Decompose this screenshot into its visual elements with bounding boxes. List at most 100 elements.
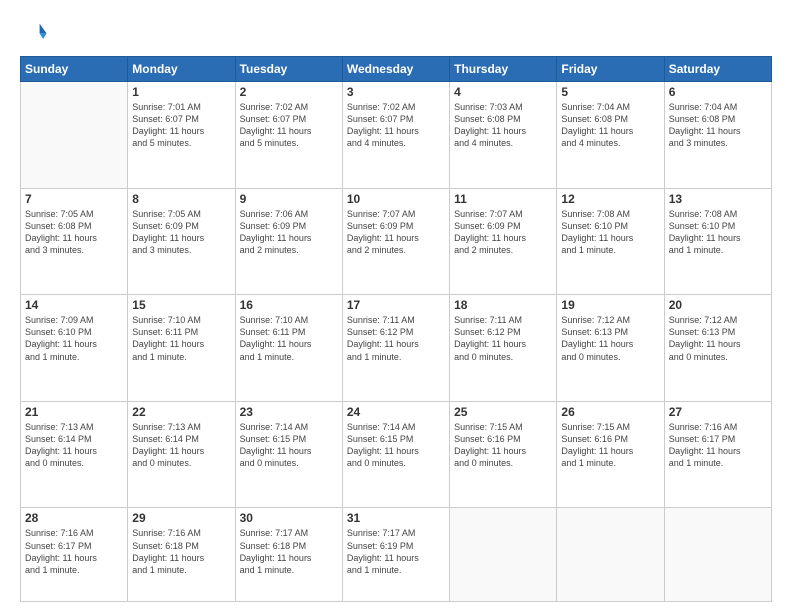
day-info: Sunrise: 7:02 AM Sunset: 6:07 PM Dayligh… xyxy=(240,101,338,150)
day-info: Sunrise: 7:09 AM Sunset: 6:10 PM Dayligh… xyxy=(25,314,123,363)
calendar-cell: 14Sunrise: 7:09 AM Sunset: 6:10 PM Dayli… xyxy=(21,295,128,402)
calendar-cell: 2 Sunrise: 7:02 AM Sunset: 6:07 PM Daylig… xyxy=(235,82,342,189)
page: SundayMondayTuesdayWednesdayThursdayFrid… xyxy=(0,0,792,612)
day-info: Sunrise: 7:13 AM Sunset: 6:14 PM Dayligh… xyxy=(25,421,123,470)
day-info: Sunrise: 7:03 AM Sunset: 6:08 PM Dayligh… xyxy=(454,101,552,150)
day-info: Sunrise: 7:07 AM Sunset: 6:09 PM Dayligh… xyxy=(454,208,552,257)
calendar-cell: 22 Sunrise: 7:13 AM Sunset: 6:14 PM Dayli… xyxy=(128,401,235,508)
day-info: Sunrise: 7:11 AM Sunset: 6:12 PM Dayligh… xyxy=(347,314,445,363)
day-info: Sunrise: 7:16 AM Sunset: 6:17 PM Dayligh… xyxy=(669,421,767,470)
calendar-cell xyxy=(450,508,557,602)
calendar-cell: 4 Sunrise: 7:03 AM Sunset: 6:08 PM Daylig… xyxy=(450,82,557,189)
calendar-cell: 19 Sunrise: 7:12 AM Sunset: 6:13 PM Dayli… xyxy=(557,295,664,402)
day-number: 18 xyxy=(454,298,552,312)
day-number: 26 xyxy=(561,405,659,419)
calendar-cell: 23 Sunrise: 7:14 AM Sunset: 6:15 PM Dayli… xyxy=(235,401,342,508)
day-info: Sunrise: 7:12 AM Sunset: 6:13 PM Dayligh… xyxy=(561,314,659,363)
calendar-cell: 12 Sunrise: 7:08 AM Sunset: 6:10 PM Dayli… xyxy=(557,188,664,295)
logo-icon xyxy=(20,18,48,46)
day-number: 4 xyxy=(454,85,552,99)
day-info: Sunrise: 7:06 AM Sunset: 6:09 PM Dayligh… xyxy=(240,208,338,257)
calendar-cell: 31Sunrise: 7:17 AM Sunset: 6:19 PM Dayli… xyxy=(342,508,449,602)
day-number: 5 xyxy=(561,85,659,99)
calendar-cell: 28 Sunrise: 7:16 AM Sunset: 6:17 PM Dayli… xyxy=(21,508,128,602)
day-info: Sunrise: 7:13 AM Sunset: 6:14 PM Dayligh… xyxy=(132,421,230,470)
calendar-header-row: SundayMondayTuesdayWednesdayThursdayFrid… xyxy=(21,57,772,82)
day-number: 22 xyxy=(132,405,230,419)
day-number: 31 xyxy=(347,511,445,525)
day-info: Sunrise: 7:14 AM Sunset: 6:15 PM Dayligh… xyxy=(347,421,445,470)
calendar-cell: 24Sunrise: 7:14 AM Sunset: 6:15 PM Dayli… xyxy=(342,401,449,508)
calendar-week-row: 14Sunrise: 7:09 AM Sunset: 6:10 PM Dayli… xyxy=(21,295,772,402)
calendar-cell: 3Sunrise: 7:02 AM Sunset: 6:07 PM Daylig… xyxy=(342,82,449,189)
day-number: 6 xyxy=(669,85,767,99)
day-info: Sunrise: 7:10 AM Sunset: 6:11 PM Dayligh… xyxy=(132,314,230,363)
day-number: 20 xyxy=(669,298,767,312)
day-info: Sunrise: 7:15 AM Sunset: 6:16 PM Dayligh… xyxy=(454,421,552,470)
logo xyxy=(20,18,52,46)
day-number: 17 xyxy=(347,298,445,312)
day-number: 23 xyxy=(240,405,338,419)
calendar-cell: 15 Sunrise: 7:10 AM Sunset: 6:11 PM Dayli… xyxy=(128,295,235,402)
day-number: 8 xyxy=(132,192,230,206)
day-number: 16 xyxy=(240,298,338,312)
calendar-cell xyxy=(21,82,128,189)
calendar-cell: 29Sunrise: 7:16 AM Sunset: 6:18 PM Dayli… xyxy=(128,508,235,602)
day-number: 25 xyxy=(454,405,552,419)
calendar-cell: 26Sunrise: 7:15 AM Sunset: 6:16 PM Dayli… xyxy=(557,401,664,508)
day-number: 7 xyxy=(25,192,123,206)
calendar-week-row: 21 Sunrise: 7:13 AM Sunset: 6:14 PM Dayli… xyxy=(21,401,772,508)
calendar-cell: 11 Sunrise: 7:07 AM Sunset: 6:09 PM Dayli… xyxy=(450,188,557,295)
day-info: Sunrise: 7:04 AM Sunset: 6:08 PM Dayligh… xyxy=(669,101,767,150)
day-info: Sunrise: 7:14 AM Sunset: 6:15 PM Dayligh… xyxy=(240,421,338,470)
day-number: 9 xyxy=(240,192,338,206)
day-number: 19 xyxy=(561,298,659,312)
day-info: Sunrise: 7:17 AM Sunset: 6:18 PM Dayligh… xyxy=(240,527,338,576)
calendar-cell: 18 Sunrise: 7:11 AM Sunset: 6:12 PM Dayli… xyxy=(450,295,557,402)
calendar-week-row: 7 Sunrise: 7:05 AM Sunset: 6:08 PM Daylig… xyxy=(21,188,772,295)
day-number: 10 xyxy=(347,192,445,206)
day-info: Sunrise: 7:05 AM Sunset: 6:09 PM Dayligh… xyxy=(132,208,230,257)
calendar-cell: 17 Sunrise: 7:11 AM Sunset: 6:12 PM Dayli… xyxy=(342,295,449,402)
calendar-cell: 27 Sunrise: 7:16 AM Sunset: 6:17 PM Dayli… xyxy=(664,401,771,508)
calendar-cell: 9 Sunrise: 7:06 AM Sunset: 6:09 PM Daylig… xyxy=(235,188,342,295)
day-info: Sunrise: 7:10 AM Sunset: 6:11 PM Dayligh… xyxy=(240,314,338,363)
calendar-cell: 16 Sunrise: 7:10 AM Sunset: 6:11 PM Dayli… xyxy=(235,295,342,402)
calendar-header-thursday: Thursday xyxy=(450,57,557,82)
calendar-table: SundayMondayTuesdayWednesdayThursdayFrid… xyxy=(20,56,772,602)
day-info: Sunrise: 7:07 AM Sunset: 6:09 PM Dayligh… xyxy=(347,208,445,257)
day-number: 21 xyxy=(25,405,123,419)
day-info: Sunrise: 7:11 AM Sunset: 6:12 PM Dayligh… xyxy=(454,314,552,363)
calendar-cell: 10 Sunrise: 7:07 AM Sunset: 6:09 PM Dayli… xyxy=(342,188,449,295)
calendar-cell: 25 Sunrise: 7:15 AM Sunset: 6:16 PM Dayli… xyxy=(450,401,557,508)
calendar-cell: 21 Sunrise: 7:13 AM Sunset: 6:14 PM Dayli… xyxy=(21,401,128,508)
day-info: Sunrise: 7:05 AM Sunset: 6:08 PM Dayligh… xyxy=(25,208,123,257)
day-number: 12 xyxy=(561,192,659,206)
calendar-cell: 13 Sunrise: 7:08 AM Sunset: 6:10 PM Dayli… xyxy=(664,188,771,295)
calendar-header-tuesday: Tuesday xyxy=(235,57,342,82)
calendar-cell: 8 Sunrise: 7:05 AM Sunset: 6:09 PM Daylig… xyxy=(128,188,235,295)
calendar-cell: 20Sunrise: 7:12 AM Sunset: 6:13 PM Dayli… xyxy=(664,295,771,402)
day-number: 2 xyxy=(240,85,338,99)
day-info: Sunrise: 7:16 AM Sunset: 6:17 PM Dayligh… xyxy=(25,527,123,576)
day-number: 28 xyxy=(25,511,123,525)
calendar-header-monday: Monday xyxy=(128,57,235,82)
calendar-header-friday: Friday xyxy=(557,57,664,82)
calendar-cell xyxy=(557,508,664,602)
day-number: 15 xyxy=(132,298,230,312)
day-number: 1 xyxy=(132,85,230,99)
calendar-week-row: 28 Sunrise: 7:16 AM Sunset: 6:17 PM Dayli… xyxy=(21,508,772,602)
calendar-cell: 7 Sunrise: 7:05 AM Sunset: 6:08 PM Daylig… xyxy=(21,188,128,295)
day-info: Sunrise: 7:04 AM Sunset: 6:08 PM Dayligh… xyxy=(561,101,659,150)
calendar-header-saturday: Saturday xyxy=(664,57,771,82)
calendar-header-sunday: Sunday xyxy=(21,57,128,82)
calendar-cell: 30Sunrise: 7:17 AM Sunset: 6:18 PM Dayli… xyxy=(235,508,342,602)
day-number: 27 xyxy=(669,405,767,419)
day-info: Sunrise: 7:08 AM Sunset: 6:10 PM Dayligh… xyxy=(669,208,767,257)
day-info: Sunrise: 7:08 AM Sunset: 6:10 PM Dayligh… xyxy=(561,208,659,257)
day-number: 13 xyxy=(669,192,767,206)
day-number: 3 xyxy=(347,85,445,99)
header xyxy=(20,18,772,46)
calendar-week-row: 1Sunrise: 7:01 AM Sunset: 6:07 PM Daylig… xyxy=(21,82,772,189)
day-number: 11 xyxy=(454,192,552,206)
